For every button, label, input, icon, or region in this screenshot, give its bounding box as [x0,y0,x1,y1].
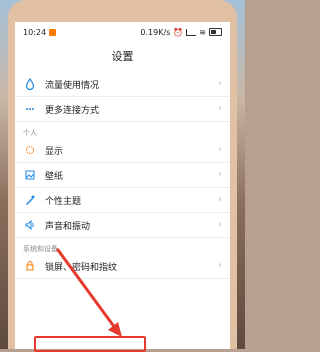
settings-item-more-connections[interactable]: 更多连接方式 › [15,97,230,122]
settings-item-theme[interactable]: 个性主题 › [15,188,230,213]
settings-item-label: 显示 [45,146,64,157]
brush-icon [23,193,37,207]
alarm-icon: ⏰ [173,27,184,37]
ellipsis-icon [23,102,37,116]
status-bar: 10:24 0.19K/s ⏰ ≋ [15,22,230,42]
battery-icon [209,28,222,36]
network-speed: 0.19K/s [140,27,171,37]
settings-item-traffic[interactable]: 流量使用情况 › [15,72,230,97]
wifi-icon: ≋ [199,27,206,37]
chevron-right-icon: › [218,144,222,155]
section-header-system: 系统和设备 [23,245,58,253]
sun-icon [23,143,37,157]
settings-item-sound[interactable]: 声音和振动 › [15,213,230,238]
settings-item-label: 锁屏、密码和指纹 [45,262,118,273]
settings-item-label: 个性主题 [45,196,82,207]
chevron-right-icon: › [218,260,222,271]
settings-item-label: 声音和振动 [45,221,91,232]
speaker-icon [23,218,37,232]
settings-item-label: 壁纸 [45,171,64,182]
annotation-highlight-box [34,336,146,352]
signal-icon [186,28,197,36]
page-title: 设置 [111,50,134,63]
chevron-right-icon: › [218,219,222,230]
phone-frame: 10:24 0.19K/s ⏰ ≋ 设置 流量使用情况 › 更多连接方式 › 个… [8,0,237,349]
section-header-personal: 个人 [23,129,37,137]
status-time: 10:24 [23,27,47,37]
chevron-right-icon: › [218,78,222,89]
settings-item-label: 更多连接方式 [45,105,100,116]
notification-icon [49,28,57,36]
image-icon [23,168,37,182]
settings-item-wallpaper[interactable]: 壁纸 › [15,163,230,188]
chevron-right-icon: › [218,103,222,114]
settings-screen: 10:24 0.19K/s ⏰ ≋ 设置 流量使用情况 › 更多连接方式 › 个… [15,22,230,349]
chevron-right-icon: › [218,169,222,180]
settings-item-lock[interactable]: 锁屏、密码和指纹 › [15,254,230,279]
lock-icon [23,259,37,273]
settings-item-label: 流量使用情况 [45,80,100,91]
chevron-right-icon: › [218,194,222,205]
water-drop-icon [23,77,37,91]
settings-item-display[interactable]: 显示 › [15,138,230,163]
